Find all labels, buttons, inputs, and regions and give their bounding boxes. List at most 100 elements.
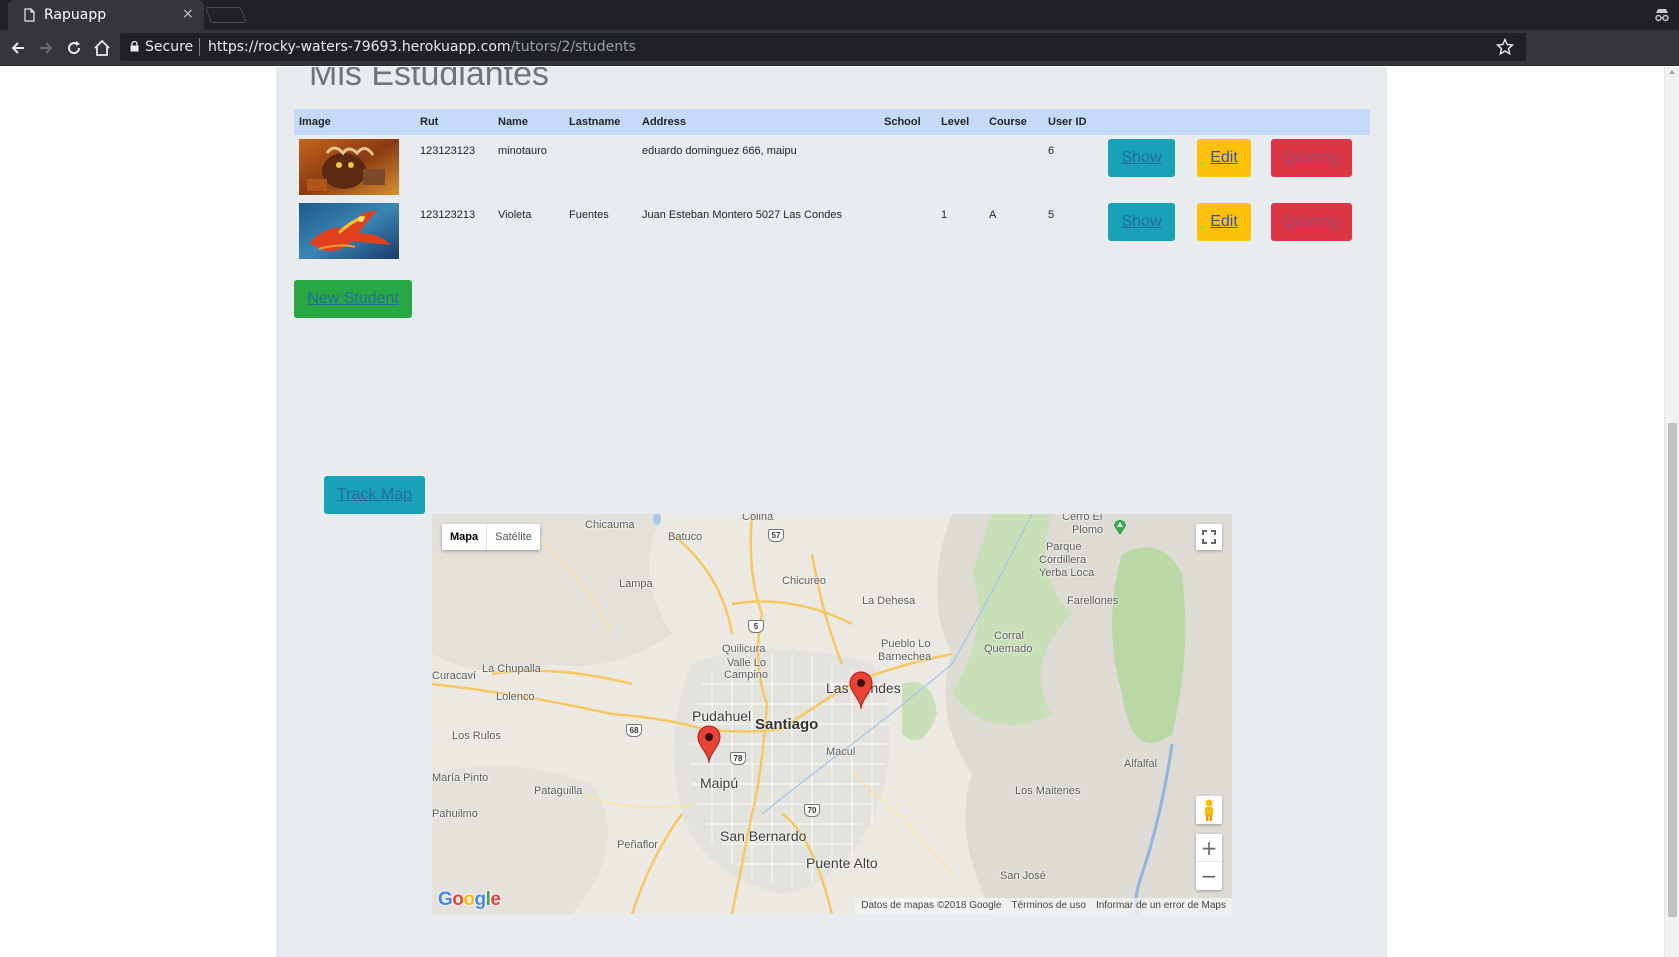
school-cell [879,199,936,263]
show-cell: Show [1103,135,1192,199]
home-icon[interactable] [92,38,112,58]
map-place-los-rulos: Los Rulos [452,730,501,742]
location-marker-icon[interactable] [848,670,874,710]
street-view-button[interactable] [1196,796,1222,824]
google-map[interactable]: Colina Chicauma Batuco Cerro El Plomo Pa… [432,514,1232,914]
map-place-pataguilla: Pataguilla [534,785,583,797]
pegman-icon [1205,799,1213,821]
destroy-button[interactable]: Destroy [1271,203,1352,241]
incognito-icon [1655,9,1669,22]
map-place-macul: Macul [826,746,856,758]
show-button[interactable]: Show [1108,203,1175,241]
tab-title: Rapuapp [44,7,107,23]
column-header-name: Name [493,109,564,135]
map-place-corral: Corral [994,630,1024,642]
scroll-up-arrow-icon[interactable] [1669,70,1675,74]
reload-icon[interactable] [64,38,84,58]
address-bar[interactable]: Secure https://rocky-waters-79693.heroku… [120,33,1526,61]
map-place-lolenco: Lolenco [496,691,535,703]
map-place-san-bernardo: San Bernardo [720,828,807,844]
map-place-quemado: Quemado [984,643,1033,655]
user-id-cell: 6 [1048,145,1055,157]
url-text[interactable]: https://rocky-waters-79693.herokuapp.com… [208,39,636,55]
bookmark-star-icon[interactable] [1496,38,1514,56]
track-map-button[interactable]: Track Map [324,476,425,514]
map-place-batuco: Batuco [668,531,703,543]
table-row: 123123123 minotauro eduardo dominguez 66… [294,135,1370,199]
destroy-button[interactable]: Destroy [1271,139,1352,177]
map-place-yerba-loca: Yerba Loca [1039,567,1095,579]
scrollbar-thumb[interactable] [1668,423,1677,917]
map-place-barnechea: Barnechea [878,651,932,663]
show-button[interactable]: Show [1108,139,1175,177]
minotaur-avatar [299,139,399,195]
map-attribution: Datos de mapas ©2018 Google Términos de u… [855,898,1232,914]
location-marker-icon[interactable] [696,724,722,764]
column-header-destroy [1266,109,1370,135]
terms-link[interactable]: Términos de uso [1011,900,1085,911]
student-image-cell [294,199,415,263]
map-place-alfalfal: Alfalfal [1124,758,1158,770]
map-type-map-button[interactable]: Mapa [442,524,486,550]
map-place-quilicura: Quilicura [722,643,766,655]
level-cell [936,135,984,199]
edit-cell: Edit [1192,199,1266,263]
map-place-pahuilmo: Pahuilmo [432,808,478,820]
zoom-control: + − [1196,834,1222,890]
tab-close-icon[interactable]: × [182,6,194,22]
page-icon [24,8,35,22]
page-viewport: Mis Estudiantes Image Rut Name Lastname … [0,67,1664,957]
route-shield-70: 70 [804,804,820,817]
zoom-in-button[interactable]: + [1196,834,1222,862]
edit-button[interactable]: Edit [1197,203,1251,241]
rut-cell: 123123123 [420,145,476,157]
map-type-control: Mapa Satélite [442,524,540,550]
map-place-puente-alto: Puente Alto [806,855,878,871]
report-error-link[interactable]: Informar de un error de Maps [1096,900,1226,911]
map-place-cordillera: Cordillera [1039,554,1087,566]
destroy-cell: Destroy [1266,199,1370,263]
back-arrow-icon[interactable] [8,38,28,58]
route-shield-57: 57 [768,529,784,542]
map-place-la-dehesa: La Dehesa [862,595,916,607]
route-shield-5: 5 [748,620,764,633]
browser-tab[interactable]: Rapuapp × [8,0,204,30]
column-header-school: School [879,109,936,135]
column-header-address: Address [637,109,879,135]
column-header-image: Image [294,109,415,135]
zoom-out-button[interactable]: − [1196,862,1222,890]
map-place-campino: Campino [724,669,769,681]
edit-cell: Edit [1192,135,1266,199]
students-table: Image Rut Name Lastname Address School L… [294,109,1370,263]
address-separator [199,38,200,56]
column-header-level: Level [936,109,984,135]
map-type-satellite-button[interactable]: Satélite [486,524,540,550]
name-cell: Violeta [498,209,532,221]
url-host: https://rocky-waters-79693.herokuapp.com [208,39,511,55]
map-place-cerro-el-plomo: Cerro El [1062,514,1103,523]
new-tab-button[interactable] [205,7,247,23]
map-place-pudahuel: Pudahuel [692,708,752,724]
table-row: 123123213 Violeta Fuentes Juan Esteban M… [294,199,1370,263]
forward-arrow-icon[interactable] [36,38,56,58]
school-cell [879,135,936,199]
new-student-button[interactable]: New Student [294,280,412,318]
map-place-curacavi: Curacaví [432,670,477,682]
map-place-chicureo: Chicureo [782,575,827,587]
route-shield-68: 68 [626,724,642,737]
page-scrollbar[interactable] [1664,67,1679,957]
map-place-la-chupalla: La Chupalla [482,663,541,675]
course-cell: A [989,209,997,221]
edit-button[interactable]: Edit [1197,139,1251,177]
column-header-show [1103,109,1192,135]
url-path: /tutors/2/students [510,39,636,55]
google-logo: Google [438,889,501,910]
column-header-lastname: Lastname [564,109,637,135]
fullscreen-button[interactable] [1196,524,1222,550]
map-place-maria-pinto: María Pinto [432,772,489,784]
map-place-penaflor: Peñaflor [617,839,658,851]
map-place-parque: Parque [1046,541,1082,553]
route-shield-78: 78 [730,752,746,765]
map-place-san-jose: San José [1000,870,1046,882]
map-place-chicauma: Chicauma [585,519,635,531]
